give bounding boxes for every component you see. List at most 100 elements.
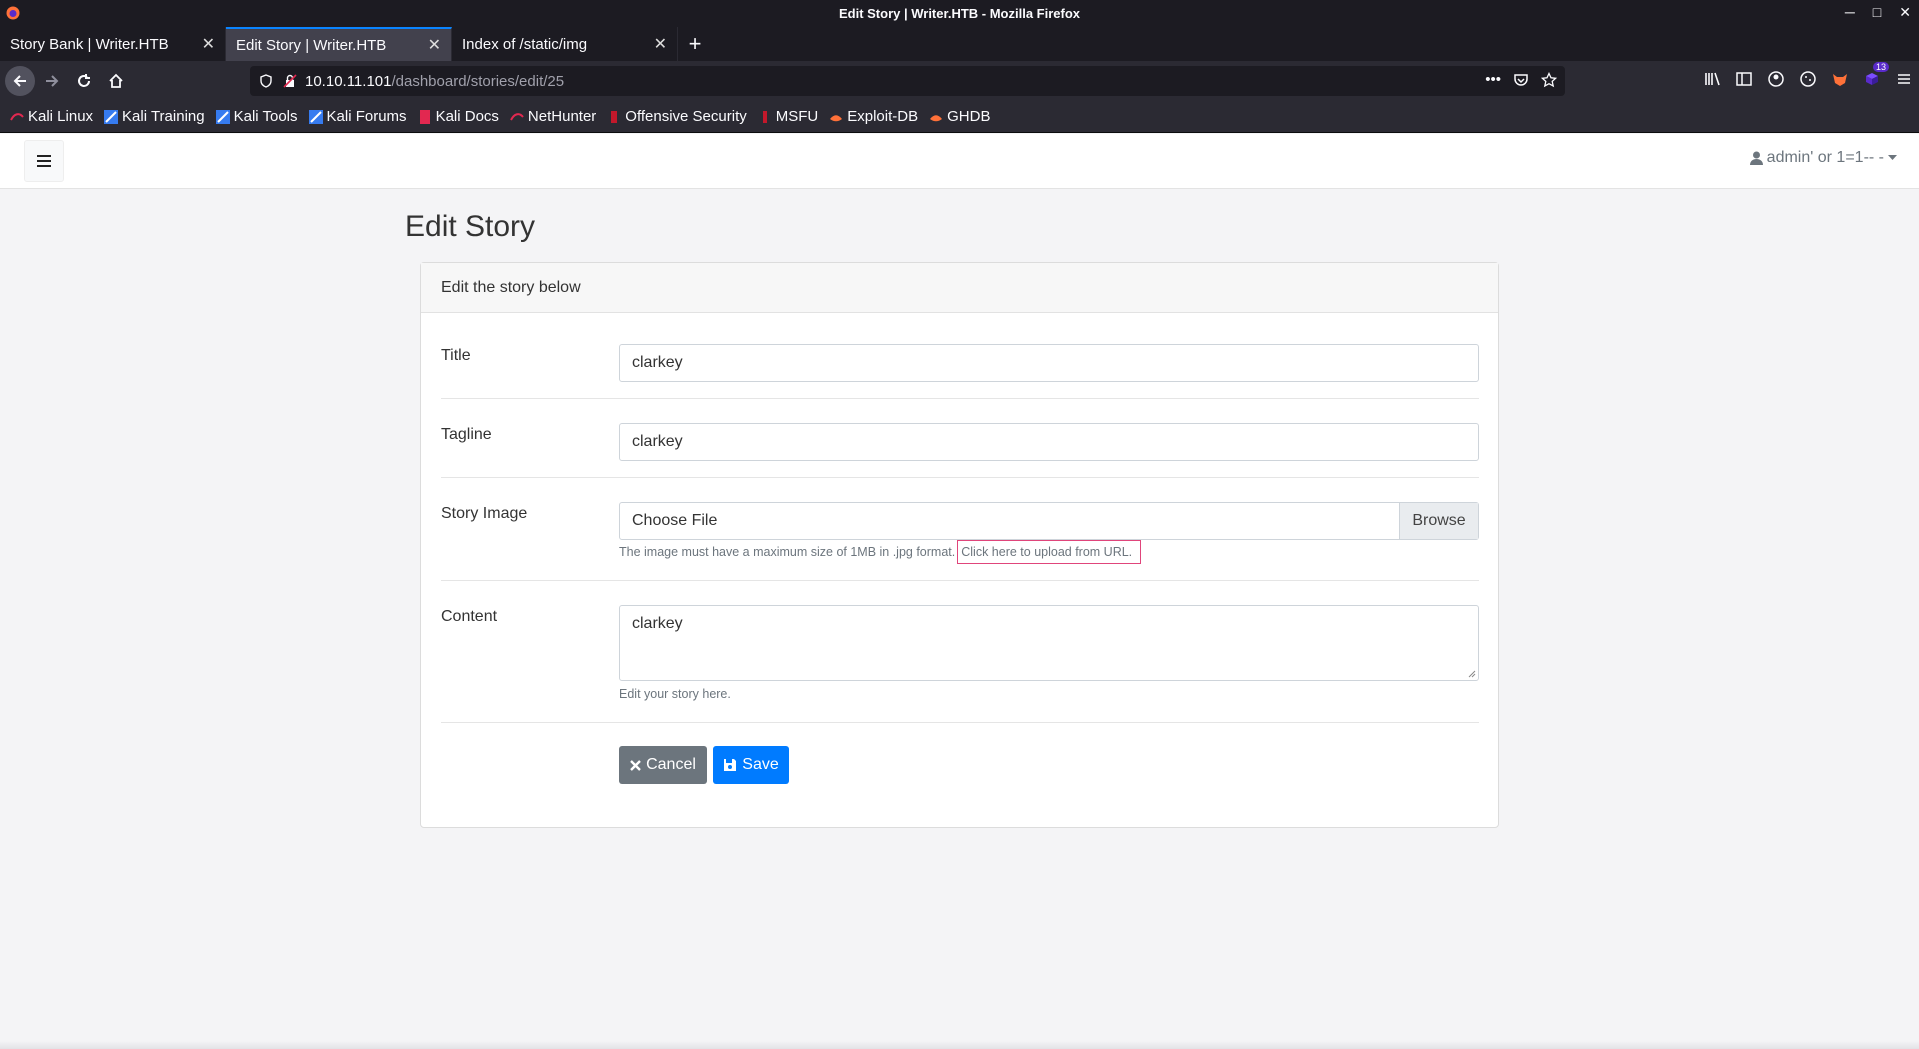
arrow-right-icon bbox=[46, 75, 59, 87]
resize-grip-icon[interactable] bbox=[1466, 668, 1476, 678]
bookmark-ghdb[interactable]: GHDB bbox=[929, 108, 990, 125]
browse-button[interactable]: Browse bbox=[1399, 503, 1478, 539]
story-image-label: Story Image bbox=[441, 505, 528, 522]
cookie-extension-icon[interactable] bbox=[1799, 70, 1817, 88]
divider bbox=[441, 580, 1479, 581]
bookmark-label: Kali Training bbox=[122, 108, 205, 125]
bookmark-nethunter[interactable]: NetHunter bbox=[510, 108, 596, 125]
account-icon[interactable] bbox=[1767, 70, 1785, 88]
cancel-button[interactable]: Cancel bbox=[619, 746, 707, 784]
app-top-navbar: admin' or 1=1-- - bbox=[0, 134, 1919, 189]
title-input[interactable]: clarkey bbox=[619, 344, 1479, 382]
bookmark-label: NetHunter bbox=[527, 108, 597, 125]
tagline-input[interactable]: clarkey bbox=[619, 423, 1479, 461]
reload-icon bbox=[78, 74, 90, 87]
library-icon[interactable] bbox=[1703, 70, 1721, 88]
tagline-label: Tagline bbox=[441, 426, 492, 443]
extension-button[interactable]: 13 bbox=[1863, 62, 1890, 93]
tab-edit-story[interactable]: Edit Story | Writer.HTB ✕ bbox=[226, 27, 452, 61]
page-bottom-edge bbox=[0, 1041, 1919, 1049]
cancel-button-label: Cancel bbox=[646, 756, 696, 773]
kali-tools-icon bbox=[215, 109, 230, 124]
bookmark-kali-forums[interactable]: Kali Forums bbox=[308, 108, 407, 125]
home-button[interactable] bbox=[101, 66, 131, 96]
image-help-message: The image must have a maximum size of 1M… bbox=[619, 545, 956, 559]
bookmarks-toolbar: Kali Linux Kali Training Kali Tools Kali… bbox=[0, 101, 1919, 133]
kali-icon bbox=[10, 112, 24, 120]
nav-toolbar: 10.10.11.101/dashboard/stories/edit/25 •… bbox=[0, 61, 1919, 101]
window-titlebar: Edit Story | Writer.HTB - Mozilla Firefo… bbox=[0, 0, 1919, 27]
content-textarea[interactable]: clarkey bbox=[619, 605, 1479, 681]
cube-extension-icon bbox=[1866, 73, 1878, 85]
bookmark-kali-training[interactable]: Kali Training bbox=[104, 108, 205, 125]
msfu-icon bbox=[762, 110, 767, 123]
menu-icon[interactable] bbox=[1895, 70, 1913, 88]
url-path: /dashboard/stories/edit/25 bbox=[391, 72, 565, 90]
story-image-file-input[interactable]: Choose File Browse bbox=[619, 502, 1479, 540]
kali-docs-icon bbox=[419, 109, 430, 124]
tab-label: Edit Story | Writer.HTB bbox=[236, 36, 387, 54]
page-title: Edit Story bbox=[405, 210, 536, 243]
hamburger-icon bbox=[37, 155, 51, 167]
page-actions-icon[interactable]: ••• bbox=[1485, 72, 1501, 88]
tab-label: Index of /static/img bbox=[462, 35, 588, 53]
pocket-icon[interactable] bbox=[1513, 72, 1529, 88]
close-icon bbox=[630, 759, 641, 771]
sidebar-icon[interactable] bbox=[1735, 70, 1753, 88]
insecure-lock-icon[interactable] bbox=[283, 74, 297, 88]
tab-story-bank[interactable]: Story Bank | Writer.HTB ✕ bbox=[0, 27, 226, 61]
foxyproxy-icon[interactable] bbox=[1831, 70, 1849, 88]
ghdb-icon bbox=[930, 114, 943, 121]
home-icon bbox=[109, 73, 123, 88]
bookmark-msfu[interactable]: MSFU bbox=[758, 108, 818, 125]
divider bbox=[441, 477, 1479, 478]
bookmark-label: Offensive Security bbox=[625, 108, 747, 125]
url-bar[interactable]: 10.10.11.101/dashboard/stories/edit/25 •… bbox=[250, 66, 1565, 96]
user-menu[interactable]: admin' or 1=1-- - bbox=[1749, 149, 1897, 167]
kali-training-icon bbox=[104, 109, 119, 124]
extension-badge: 13 bbox=[1873, 62, 1890, 72]
minimize-icon[interactable]: ─ bbox=[1845, 4, 1855, 21]
upload-from-url-link[interactable]: Click here to upload from URL. bbox=[957, 540, 1142, 564]
tab-strip: Story Bank | Writer.HTB ✕ Edit Story | W… bbox=[0, 27, 1919, 61]
tab-close-icon[interactable]: ✕ bbox=[202, 34, 215, 54]
exploitdb-icon bbox=[830, 114, 843, 121]
back-button[interactable] bbox=[5, 66, 35, 96]
tab-close-icon[interactable]: ✕ bbox=[428, 35, 441, 55]
close-window-icon[interactable]: ✕ bbox=[1899, 4, 1911, 21]
tab-static-img-index[interactable]: Index of /static/img ✕ bbox=[452, 27, 678, 61]
bookmark-star-icon[interactable] bbox=[1541, 72, 1557, 88]
save-button-label: Save bbox=[742, 756, 779, 773]
bookmark-kali-linux[interactable]: Kali Linux bbox=[10, 108, 93, 125]
bookmark-exploit-db[interactable]: Exploit-DB bbox=[829, 108, 918, 125]
bookmark-kali-tools[interactable]: Kali Tools bbox=[215, 108, 298, 125]
tab-label: Story Bank | Writer.HTB bbox=[10, 35, 169, 53]
sidebar-toggle-button[interactable] bbox=[24, 140, 64, 182]
file-input-placeholder: Choose File bbox=[632, 512, 718, 529]
bookmark-label: Kali Linux bbox=[28, 108, 94, 125]
tab-close-icon[interactable]: ✕ bbox=[654, 34, 667, 54]
reload-button[interactable] bbox=[69, 66, 99, 96]
bookmark-label: Kali Tools bbox=[233, 108, 298, 125]
content-help-text: Edit your story here. bbox=[619, 687, 731, 701]
new-tab-button[interactable]: + bbox=[678, 27, 712, 61]
url-host: 10.10.11.101 bbox=[305, 72, 392, 90]
bookmark-offensive-security[interactable]: Offensive Security bbox=[607, 108, 747, 125]
forward-button[interactable] bbox=[37, 66, 67, 96]
bookmark-label: GHDB bbox=[947, 108, 991, 125]
bookmark-label: Kali Docs bbox=[435, 108, 499, 125]
content-textarea-value: clarkey bbox=[632, 615, 683, 632]
tagline-input-value: clarkey bbox=[632, 433, 683, 450]
title-label: Title bbox=[441, 347, 471, 364]
window-title: Edit Story | Writer.HTB - Mozilla Firefo… bbox=[838, 6, 1081, 21]
bookmark-kali-docs[interactable]: Kali Docs bbox=[418, 108, 499, 125]
divider bbox=[441, 722, 1479, 723]
divider bbox=[441, 398, 1479, 399]
nethunter-icon bbox=[510, 112, 524, 120]
bookmark-label: Exploit-DB bbox=[847, 108, 919, 125]
url-text: 10.10.11.101/dashboard/stories/edit/25 bbox=[305, 73, 564, 90]
save-button[interactable]: Save bbox=[713, 746, 789, 784]
maximize-icon[interactable]: □ bbox=[1873, 4, 1881, 21]
shield-icon[interactable] bbox=[259, 74, 273, 88]
offsec-icon bbox=[611, 110, 618, 123]
